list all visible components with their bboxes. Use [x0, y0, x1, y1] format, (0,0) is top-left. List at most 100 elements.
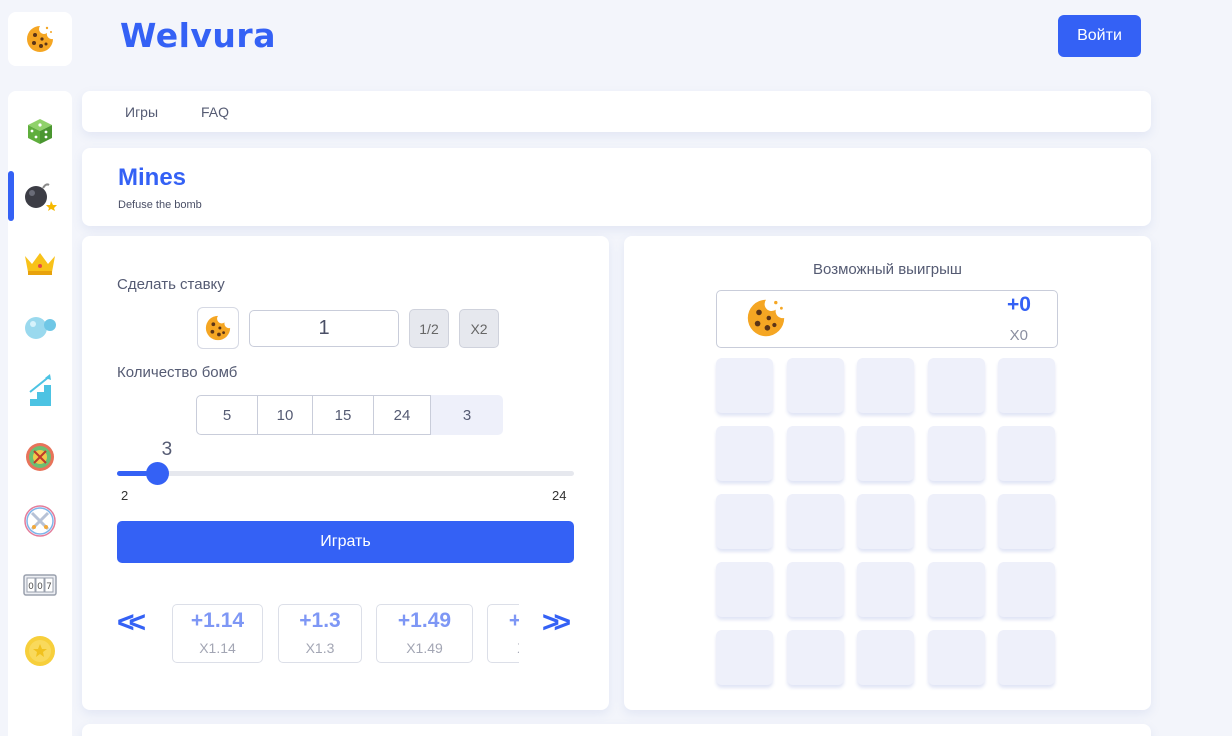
sidebar-item-crown[interactable]	[8, 239, 72, 287]
coef-plus: +1.72	[508, 609, 519, 632]
sidebar-item-slots[interactable]: 0 0 7	[8, 561, 72, 609]
mine-tile[interactable]	[928, 426, 985, 481]
cookie-icon	[27, 26, 53, 52]
bomb-option-15[interactable]: 15	[313, 395, 374, 435]
possible-win-box: +0 X0	[716, 290, 1058, 348]
slider-thumb[interactable]	[145, 462, 169, 485]
mine-tile[interactable]	[787, 426, 844, 481]
sidebar-item-wheel[interactable]	[8, 433, 72, 481]
svg-text:0: 0	[28, 582, 34, 592]
mine-tile[interactable]	[787, 494, 844, 549]
coefficient-card: +1.3 X1.3	[278, 604, 362, 663]
coin-icon	[25, 636, 55, 666]
sidebar-item-dice[interactable]	[8, 107, 72, 155]
bottom-panel	[82, 724, 1151, 736]
coef-mult: X1.14	[199, 640, 236, 656]
coef-plus: +1.3	[299, 609, 341, 632]
coefficient-card: +1.72 X1.72	[487, 604, 519, 663]
mine-tile[interactable]	[928, 494, 985, 549]
page-title: Mines	[118, 164, 187, 191]
slider-min: 2	[121, 488, 129, 503]
bomb-option-custom[interactable]: 3	[431, 395, 503, 435]
possible-win-label: Возможный выигрыш	[813, 261, 962, 278]
mine-tile[interactable]	[787, 562, 844, 617]
sidebar: 0 0 7	[8, 91, 72, 736]
play-button[interactable]: Играть	[117, 521, 574, 563]
slider-max: 24	[552, 488, 567, 503]
mine-tile[interactable]	[857, 358, 914, 413]
mine-tile[interactable]	[998, 630, 1055, 685]
sidebar-item-swords[interactable]	[8, 497, 72, 545]
mine-tile[interactable]	[998, 426, 1055, 481]
mine-tile[interactable]	[857, 426, 914, 481]
game-header: Mines Defuse the bomb	[82, 148, 1151, 226]
mine-tile[interactable]	[716, 494, 773, 549]
svg-text:7: 7	[46, 582, 52, 592]
coef-next-button[interactable]: >>	[542, 606, 571, 640]
bomb-option-10[interactable]: 10	[258, 395, 313, 435]
slider-value: 3	[161, 439, 173, 460]
bomb-option-5[interactable]: 5	[196, 395, 258, 435]
bet-label: Сделать ставку	[117, 276, 225, 293]
cookie-icon	[205, 315, 231, 341]
mine-tile[interactable]	[998, 494, 1055, 549]
swords-icon	[24, 505, 56, 537]
half-bet-button[interactable]: 1/2	[409, 309, 449, 348]
sidebar-item-mines[interactable]	[8, 171, 72, 219]
wheel-icon	[26, 443, 54, 471]
game-board-panel: Возможный выигрыш +0 X0	[624, 236, 1151, 710]
sidebar-item-stairs[interactable]	[8, 367, 72, 415]
coef-plus: +1.14	[190, 609, 245, 632]
mine-tile[interactable]	[716, 358, 773, 413]
mine-tile[interactable]	[928, 562, 985, 617]
slots-icon: 0 0 7	[23, 574, 57, 596]
coef-mult: X1.72	[488, 640, 519, 656]
bomb-icon	[25, 183, 57, 211]
sidebar-item-coin[interactable]	[8, 627, 72, 675]
coef-prev-button[interactable]: <<	[117, 606, 146, 640]
coefficient-card: +1.49 X1.49	[376, 604, 473, 663]
bomb-count-options: 5 10 15 24 3	[196, 395, 503, 435]
coef-mult: X1.49	[406, 640, 443, 656]
bomb-option-24[interactable]: 24	[374, 395, 431, 435]
mine-tile[interactable]	[998, 562, 1055, 617]
mine-tile[interactable]	[716, 630, 773, 685]
coefficient-card: +1.14 X1.14	[172, 604, 263, 663]
coef-mult: X1.3	[305, 640, 335, 656]
coef-plus: +1.49	[397, 609, 452, 632]
bet-amount-input[interactable]	[249, 310, 399, 347]
page-subtitle: Defuse the bomb	[118, 199, 202, 211]
bombs-label: Количество бомб	[117, 364, 238, 381]
cookie-icon	[747, 299, 785, 337]
crown-icon	[25, 253, 55, 275]
bubbles-icon	[25, 317, 56, 339]
currency-button[interactable]	[197, 307, 239, 349]
mine-tile[interactable]	[857, 494, 914, 549]
nav-link-faq[interactable]: FAQ	[201, 104, 229, 120]
sidebar-item-bubbles[interactable]	[8, 303, 72, 351]
brand-title: Welvura	[120, 16, 276, 55]
bomb-slider[interactable]	[117, 471, 574, 476]
double-bet-button[interactable]: X2	[459, 309, 499, 348]
win-amount: +0	[1007, 293, 1031, 316]
mine-tile[interactable]	[998, 358, 1055, 413]
mine-tile[interactable]	[857, 630, 914, 685]
login-button[interactable]: Войти	[1058, 15, 1141, 57]
slider-fill	[117, 471, 148, 476]
mine-tile[interactable]	[787, 630, 844, 685]
mine-tile[interactable]	[716, 562, 773, 617]
mine-tile[interactable]	[787, 358, 844, 413]
bet-panel: Сделать ставку 1/2 X2 Количество бомб 5 …	[82, 236, 609, 710]
mine-tile[interactable]	[928, 630, 985, 685]
nav-link-games[interactable]: Игры	[125, 104, 158, 120]
coefficient-carousel: +1.14 X1.14 +1.3 X1.3 +1.49 X1.49 +1.72 …	[172, 604, 519, 664]
svg-text:0: 0	[37, 582, 43, 592]
logo[interactable]	[8, 12, 72, 66]
mine-tile[interactable]	[928, 358, 985, 413]
mine-tile[interactable]	[716, 426, 773, 481]
mine-tile[interactable]	[857, 562, 914, 617]
dice-icon	[28, 119, 52, 144]
top-nav: Игры FAQ	[82, 91, 1151, 132]
win-multiplier: X0	[1009, 327, 1028, 344]
stairs-icon	[29, 374, 51, 406]
